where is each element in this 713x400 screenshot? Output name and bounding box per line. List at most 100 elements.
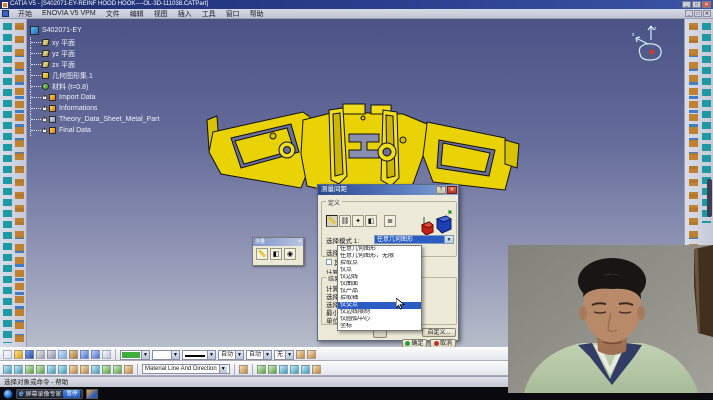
zoom-out-icon[interactable] [58,365,67,374]
dialog-close-button[interactable]: ✕ [447,186,457,194]
axis-icon[interactable] [268,365,277,374]
magnifier-icon[interactable] [290,365,299,374]
menu-enovia[interactable]: ENOVIA V5 VPM [37,10,101,17]
customize-button[interactable]: 自定义... [422,328,456,337]
taskbar-app-button[interactable]: e 屏幕录像专家 暂停 [16,389,83,399]
expand-icon[interactable]: + [42,117,47,122]
tree-root[interactable]: S402071-EY [30,24,159,37]
menu-tools[interactable]: 工具 [197,9,221,19]
open-icon[interactable] [14,350,23,359]
swap-space-icon[interactable] [113,365,122,374]
shading-mode-icon[interactable] [91,365,100,374]
measure-icon[interactable] [301,365,310,374]
fit-all-icon[interactable] [14,365,23,374]
tree-item-material[interactable]: 材料 (t=0.8) [30,81,159,92]
zoom-in-icon[interactable] [47,365,56,374]
tree-item-xy-plane[interactable]: xy 平面 [30,37,159,48]
dropdown-option[interactable]: 仅边线限制 [338,309,421,316]
paint-icon[interactable] [296,350,305,359]
material-line-direction-combo[interactable]: Material Line And Direction▼ [142,364,230,374]
measure-between-icon[interactable]: 📏 [256,248,268,260]
paste-icon[interactable] [69,350,78,359]
menu-file[interactable]: 文件 [101,9,125,19]
chevron-down-icon[interactable]: ▼ [141,351,149,359]
cut-icon[interactable] [47,350,56,359]
mdi-minimize-button[interactable]: _ [685,10,693,17]
graphic-props-icon[interactable] [124,365,133,374]
snap-icon[interactable] [257,365,266,374]
menu-help[interactable]: 帮助 [245,9,269,19]
tree-item-yz-plane[interactable]: yz 平面 [30,48,159,59]
section-icon[interactable] [312,365,321,374]
chevron-down-icon[interactable]: ▼ [285,351,293,359]
measure-item-mode-icon[interactable]: ◧ [365,215,377,227]
dropdown-option[interactable]: 仅点 [338,267,421,274]
tree-item-import-data[interactable]: +Import Data [30,92,159,103]
maximize-button[interactable]: □ [692,1,701,8]
selection-mode-dropdown-list[interactable]: 任意几何图形 任意几何图形，无限 拾取点 仅点 仅边线 仅曲面 仅产品 拾取轴 … [337,245,422,331]
dropdown-option[interactable]: 拾取轴 [338,295,421,302]
layer-combo[interactable]: ▼ [152,350,180,360]
measure-chain-mode-icon[interactable]: ⛓ [339,215,351,227]
selection-mode-1-combo[interactable]: 任意几何图形 ▼ [374,235,454,244]
tree-item-zx-plane[interactable]: zx 平面 [30,59,159,70]
left-toolbar[interactable] [0,19,27,347]
copy-icon[interactable] [58,350,67,359]
measure-item-icon[interactable]: ◧ [270,248,282,260]
dropdown-option[interactable]: 仅边线 [338,274,421,281]
line-type-combo[interactable]: ▼ [182,350,216,360]
dropdown-option-highlighted[interactable]: 仅交点 [338,302,421,309]
fly-mode-icon[interactable] [3,365,12,374]
dropdown-option[interactable]: 仅产品 [338,288,421,295]
other-axis-checkbox[interactable] [326,259,332,265]
new-document-icon[interactable] [3,350,12,359]
hide-show-icon[interactable] [102,365,111,374]
rotate-icon[interactable] [36,365,45,374]
redo-icon[interactable] [91,350,100,359]
surface-tools-icons[interactable] [15,23,24,343]
measure-fan-mode-icon[interactable]: ✦ [352,215,364,227]
menu-start[interactable]: 开始 [13,9,37,19]
menu-edit[interactable]: 编辑 [125,9,149,19]
dropdown-option[interactable]: 坐标 [338,323,421,330]
chevron-down-icon[interactable]: ▼ [235,351,243,359]
close-button[interactable]: ✕ [702,1,711,8]
mdi-restore-button[interactable]: □ [694,10,702,17]
menu-insert[interactable]: 插入 [173,9,197,19]
toolbar-overflow-handle[interactable] [707,179,712,217]
expand-icon[interactable]: + [42,106,47,111]
tree-item-theory-data[interactable]: +Theory_Data_Sheet_Metal_Part [30,114,159,125]
tree-item-geometry-set[interactable]: 几何图形集.1 [30,70,159,81]
dropdown-option[interactable]: 拾取点 [338,260,421,267]
measure-between-mode-icon[interactable]: 📏 [326,215,338,227]
line-weight-combo[interactable]: 自动▼ [218,350,244,360]
tree-item-final-data[interactable]: +Final Data [30,125,159,136]
dropdown-option[interactable]: 仅圆弧中心 [338,316,421,323]
sketch-tools-icons[interactable] [3,23,12,343]
measure-inertia-icon[interactable]: ◉ [284,248,296,260]
color-combo[interactable]: ▼ [120,350,150,360]
taskbar-thumbnail[interactable] [86,389,98,399]
save-icon[interactable] [25,350,34,359]
chevron-down-icon[interactable]: ▼ [219,365,227,373]
mdi-close-button[interactable]: ✕ [703,10,711,17]
pan-icon[interactable] [25,365,34,374]
tree-item-informations[interactable]: +Informations [30,103,159,114]
view-compass[interactable]: z x [628,22,674,66]
expand-icon[interactable]: + [42,95,47,100]
taskbar-app-action[interactable]: 暂停 [63,390,80,398]
chevron-down-icon[interactable]: ▼ [444,236,453,243]
undo-icon[interactable] [80,350,89,359]
dropdown-option[interactable]: 任意几何图形 [338,246,421,253]
measure-thickness-icon[interactable]: ≣ [384,215,396,227]
menu-window[interactable]: 窗口 [221,9,245,19]
dropdown-option[interactable]: 任意几何图形，无限 [338,253,421,260]
multi-view-icon[interactable] [80,365,89,374]
compass-icon[interactable] [279,365,288,374]
expand-icon[interactable]: + [42,128,47,133]
menu-view[interactable]: 视图 [149,9,173,19]
dialog-help-button[interactable]: ? [436,186,446,194]
print-icon[interactable] [36,350,45,359]
chevron-down-icon[interactable]: ▼ [207,351,215,359]
wizard-icon[interactable] [307,350,316,359]
